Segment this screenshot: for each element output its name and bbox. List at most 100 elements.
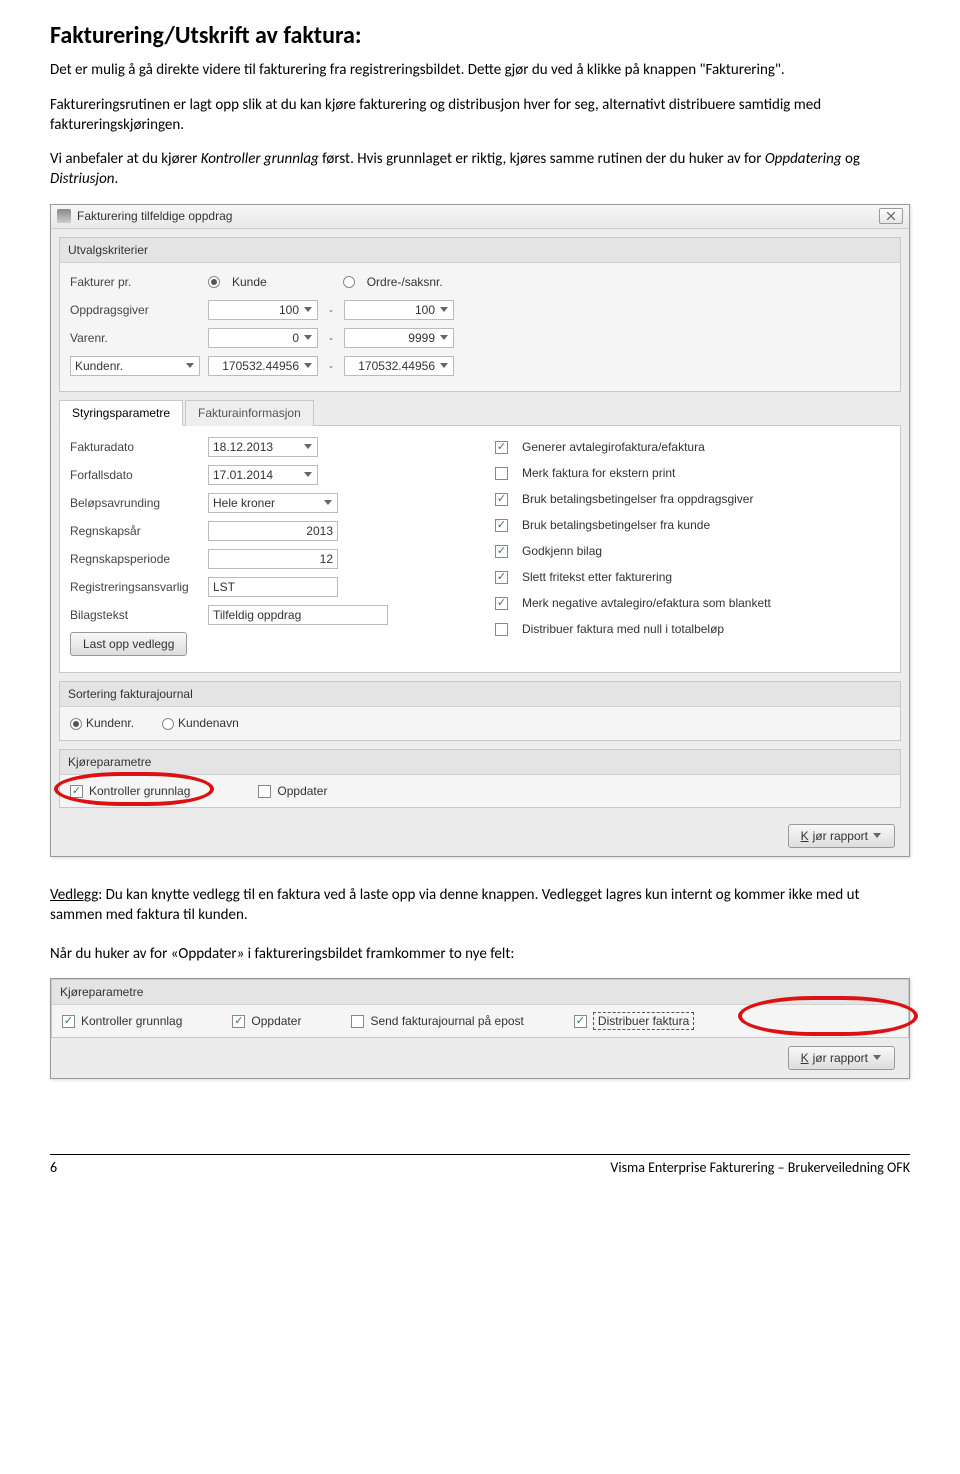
label-fakturerpr: Fakturer pr.: [70, 274, 200, 290]
checkbox-distribuer-null[interactable]: [495, 623, 508, 636]
cb-label-kontroller-grunnlag: Kontroller grunnlag: [89, 784, 190, 798]
checkbox-bet-oppdragsgiver[interactable]: [495, 493, 508, 506]
oppdragsgiver-from[interactable]: 100: [208, 300, 318, 320]
chevron-down-icon: [439, 333, 449, 343]
label-varenr: Varenr.: [70, 330, 200, 346]
intro-paragraph-3: Vi anbefaler at du kjører Kontroller gru…: [50, 149, 910, 190]
chevron-down-icon: [439, 361, 449, 371]
chevron-down-icon: [185, 361, 195, 371]
cb-label-slett-fritekst: Slett fritekst etter fakturering: [522, 569, 672, 585]
page-footer: 6 Visma Enterprise Fakturering – Brukerv…: [50, 1154, 910, 1178]
radio-ordresak-label: Ordre-/saksnr.: [367, 274, 443, 290]
fakturering-dialog: Fakturering tilfeldige oppdrag Utvalgskr…: [50, 204, 910, 858]
oppdater-paragraph: Når du huker av for «Oppdater» i fakture…: [50, 944, 910, 964]
vedlegg-paragraph: Vedlegg: Du kan knytte vedlegg til en fa…: [50, 885, 910, 926]
kjor-rapport-button[interactable]: Kjør rapport: [788, 824, 895, 848]
intro-paragraph-1: Det er mulig å gå direkte videre til fak…: [50, 60, 910, 80]
vedlegg-label: Vedlegg: [50, 886, 98, 904]
oppdragsgiver-to[interactable]: 100: [344, 300, 454, 320]
close-button[interactable]: [879, 208, 903, 224]
kundenr-to[interactable]: 170532.44956: [344, 356, 454, 376]
app-icon: [57, 209, 71, 223]
chevron-down-icon: [872, 1053, 882, 1063]
kundenr-dropdown[interactable]: Kundenr.: [70, 356, 200, 376]
utvalgskriterier-group: Utvalgskriterier Fakturer pr. Kunde Ordr…: [59, 237, 901, 392]
cb-label-kontroller-grunnlag-2: Kontroller grunnlag: [81, 1014, 182, 1028]
checkbox-send-epost[interactable]: [351, 1015, 364, 1028]
footer-doc-title: Visma Enterprise Fakturering – Brukervei…: [610, 1159, 910, 1178]
kundenr-from[interactable]: 170532.44956: [208, 356, 318, 376]
radio-ordresak[interactable]: [343, 276, 355, 288]
label-regnskapsperiode: Regnskapsperiode: [70, 551, 200, 567]
checkbox-slett-fritekst[interactable]: [495, 571, 508, 584]
dialog-title: Fakturering tilfeldige oppdrag: [77, 208, 232, 224]
checkbox-oppdater[interactable]: [258, 785, 271, 798]
checkbox-generer-avtalegiro[interactable]: [495, 441, 508, 454]
radio-sort-kundenr[interactable]: [70, 718, 82, 730]
group-header-kjoreparametre: Kjøreparametre: [60, 750, 900, 775]
belopsavrunding-field[interactable]: Hele kroner: [208, 493, 338, 513]
chevron-down-icon: [323, 498, 333, 508]
reg-ansvarlig-field[interactable]: LST: [208, 577, 338, 597]
group-header-utvalgskriterier: Utvalgskriterier: [60, 238, 900, 263]
checkbox-oppdater-2[interactable]: [232, 1015, 245, 1028]
chevron-down-icon: [303, 305, 313, 315]
checkbox-distribuer-faktura[interactable]: [574, 1015, 587, 1028]
radio-sort-kundenavn[interactable]: [162, 718, 174, 730]
chevron-down-icon: [303, 361, 313, 371]
cb-label-oppdater-2: Oppdater: [251, 1014, 301, 1028]
varenr-to[interactable]: 9999: [344, 328, 454, 348]
label-fakturadato: Fakturadato: [70, 439, 200, 455]
cb-label-godkjenn-bilag: Godkjenn bilag: [522, 543, 602, 559]
tab-styringsparametre[interactable]: Styringsparametre: [59, 400, 183, 426]
kjoreparametre-group: Kjøreparametre Kontroller grunnlag Oppda…: [59, 749, 901, 808]
cb-label-oppdater: Oppdater: [277, 784, 327, 798]
page-heading: Fakturering/Utskrift av faktura:: [50, 20, 910, 52]
group-header-sortering: Sortering fakturajournal: [60, 682, 900, 707]
label-oppdragsgiver: Oppdragsgiver: [70, 302, 200, 318]
checkbox-kontroller-grunnlag[interactable]: [70, 785, 83, 798]
group-header-kjoreparametre-2: Kjøreparametre: [52, 980, 908, 1005]
regnskapsperiode-field[interactable]: 12: [208, 549, 338, 569]
cb-label-bet-kunde: Bruk betalingsbetingelser fra kunde: [522, 517, 710, 533]
cb-label-send-epost: Send fakturajournal på epost: [370, 1014, 523, 1028]
checkbox-ekstern-print[interactable]: [495, 467, 508, 480]
chevron-down-icon: [303, 333, 313, 343]
cb-label-distribuer-faktura: Distribuer faktura: [593, 1012, 694, 1030]
kjor-rapport-button-2[interactable]: Kjør rapport: [788, 1046, 895, 1070]
cb-label-ekstern-print: Merk faktura for ekstern print: [522, 465, 675, 481]
radio-kunde-label: Kunde: [232, 274, 267, 290]
radio-sort-kundenavn-label: Kundenavn: [178, 716, 239, 730]
radio-kunde[interactable]: [208, 276, 220, 288]
label-regnskapsar: Regnskapsår: [70, 523, 200, 539]
label-belopsavrunding: Beløpsavrunding: [70, 495, 200, 511]
dialog-titlebar: Fakturering tilfeldige oppdrag: [51, 205, 909, 229]
cb-label-merk-negativ: Merk negative avtalegiro/efaktura som bl…: [522, 595, 771, 611]
chevron-down-icon: [439, 305, 449, 315]
chevron-down-icon: [303, 442, 313, 452]
bilagstekst-field[interactable]: Tilfeldig oppdrag: [208, 605, 388, 625]
kjoreparametre-group-2: Kjøreparametre Kontroller grunnlag Oppda…: [51, 979, 909, 1038]
cb-label-generer-avtalegiro: Generer avtalegirofaktura/efaktura: [522, 439, 705, 455]
chevron-down-icon: [303, 470, 313, 480]
sortering-group: Sortering fakturajournal Kundenr. Kunden…: [59, 681, 901, 740]
checkbox-kontroller-grunnlag-2[interactable]: [62, 1015, 75, 1028]
chevron-down-icon: [872, 831, 882, 841]
cb-label-bet-oppdragsgiver: Bruk betalingsbetingelser fra oppdragsgi…: [522, 491, 753, 507]
radio-sort-kundenr-label: Kundenr.: [86, 716, 134, 730]
fakturadato-field[interactable]: 18.12.2013: [208, 437, 318, 457]
tab-content-styringsparametre: Fakturadato 18.12.2013 Forfallsdato 17.0…: [59, 425, 901, 673]
label-reg-ansvarlig: Registreringsansvarlig: [70, 579, 200, 595]
last-opp-vedlegg-button[interactable]: Last opp vedlegg: [70, 632, 187, 656]
label-forfallsdato: Forfallsdato: [70, 467, 200, 483]
regnskapsar-field[interactable]: 2013: [208, 521, 338, 541]
forfallsdato-field[interactable]: 17.01.2014: [208, 465, 318, 485]
checkbox-bet-kunde[interactable]: [495, 519, 508, 532]
footer-page-number: 6: [50, 1159, 57, 1178]
intro-paragraph-2: Faktureringsrutinen er lagt opp slik at …: [50, 95, 910, 136]
checkbox-godkjenn-bilag[interactable]: [495, 545, 508, 558]
cb-label-distribuer-null: Distribuer faktura med null i totalbeløp: [522, 621, 724, 637]
checkbox-merk-negativ[interactable]: [495, 597, 508, 610]
varenr-from[interactable]: 0: [208, 328, 318, 348]
tab-fakturainformasjon[interactable]: Fakturainformasjon: [185, 400, 314, 426]
